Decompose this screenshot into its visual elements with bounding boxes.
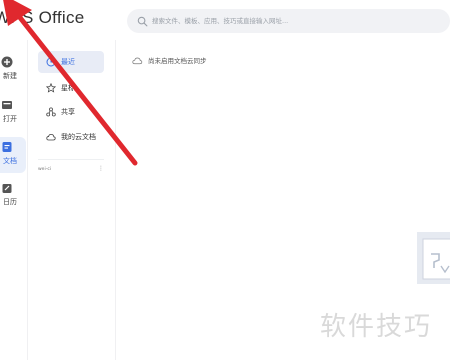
rail-item-new[interactable]: 新建: [0, 52, 26, 88]
app-title: WPS Office: [0, 8, 85, 27]
rail-item-label: 文档: [3, 157, 17, 165]
sidebar-item-my-cloud[interactable]: 我的云文档: [38, 126, 104, 148]
search-icon: [137, 16, 148, 26]
cloud-icon: [46, 133, 56, 141]
watermark-text: 软件技巧: [320, 312, 433, 342]
sidebar-item-label: 最近: [61, 58, 75, 66]
rail-item-calendar[interactable]: 日历: [0, 178, 26, 214]
rail-item-documents[interactable]: 文档: [0, 137, 26, 173]
cloud-sync-icon: [132, 57, 143, 64]
cloud-sync-notice-text: 尚未启用文档云同步: [148, 57, 207, 65]
star-icon: [46, 83, 56, 93]
open-folder-icon: [2, 101, 12, 109]
search-bar[interactable]: [127, 9, 450, 33]
search-input[interactable]: [152, 9, 432, 33]
sidebar-item-label: 共享: [61, 108, 75, 116]
left-rail: 新建 打开 文档 日历: [0, 40, 28, 360]
document-icon: [2, 142, 12, 152]
more-options-icon[interactable]: ⋮: [98, 166, 104, 172]
secondary-sidebar: 最近 星标 共享 我的云文档 wei-ci ⋮: [28, 40, 116, 360]
sidebar-section-label: wei-ci: [38, 166, 52, 172]
sidebar-item-starred[interactable]: 星标: [38, 77, 104, 99]
empty-state-illustration: [417, 232, 450, 284]
sidebar-item-label: 星标: [61, 84, 75, 92]
sidebar-divider: [38, 159, 104, 160]
sidebar-item-shared[interactable]: 共享: [38, 101, 104, 123]
calendar-icon: [2, 184, 12, 193]
rail-item-label: 打开: [3, 115, 17, 123]
share-icon: [46, 107, 56, 117]
sidebar-item-label: 我的云文档: [61, 133, 96, 141]
rail-item-label: 日历: [3, 198, 17, 206]
sidebar-section-header: wei-ci ⋮: [38, 164, 104, 174]
plus-circle-icon: [1, 56, 13, 68]
rail-item-open[interactable]: 打开: [0, 95, 26, 131]
clock-icon: [46, 57, 56, 67]
cloud-sync-notice[interactable]: 尚未启用文档云同步: [132, 55, 207, 65]
rail-item-label: 新建: [3, 72, 17, 80]
sidebar-item-recent[interactable]: 最近: [38, 51, 104, 73]
